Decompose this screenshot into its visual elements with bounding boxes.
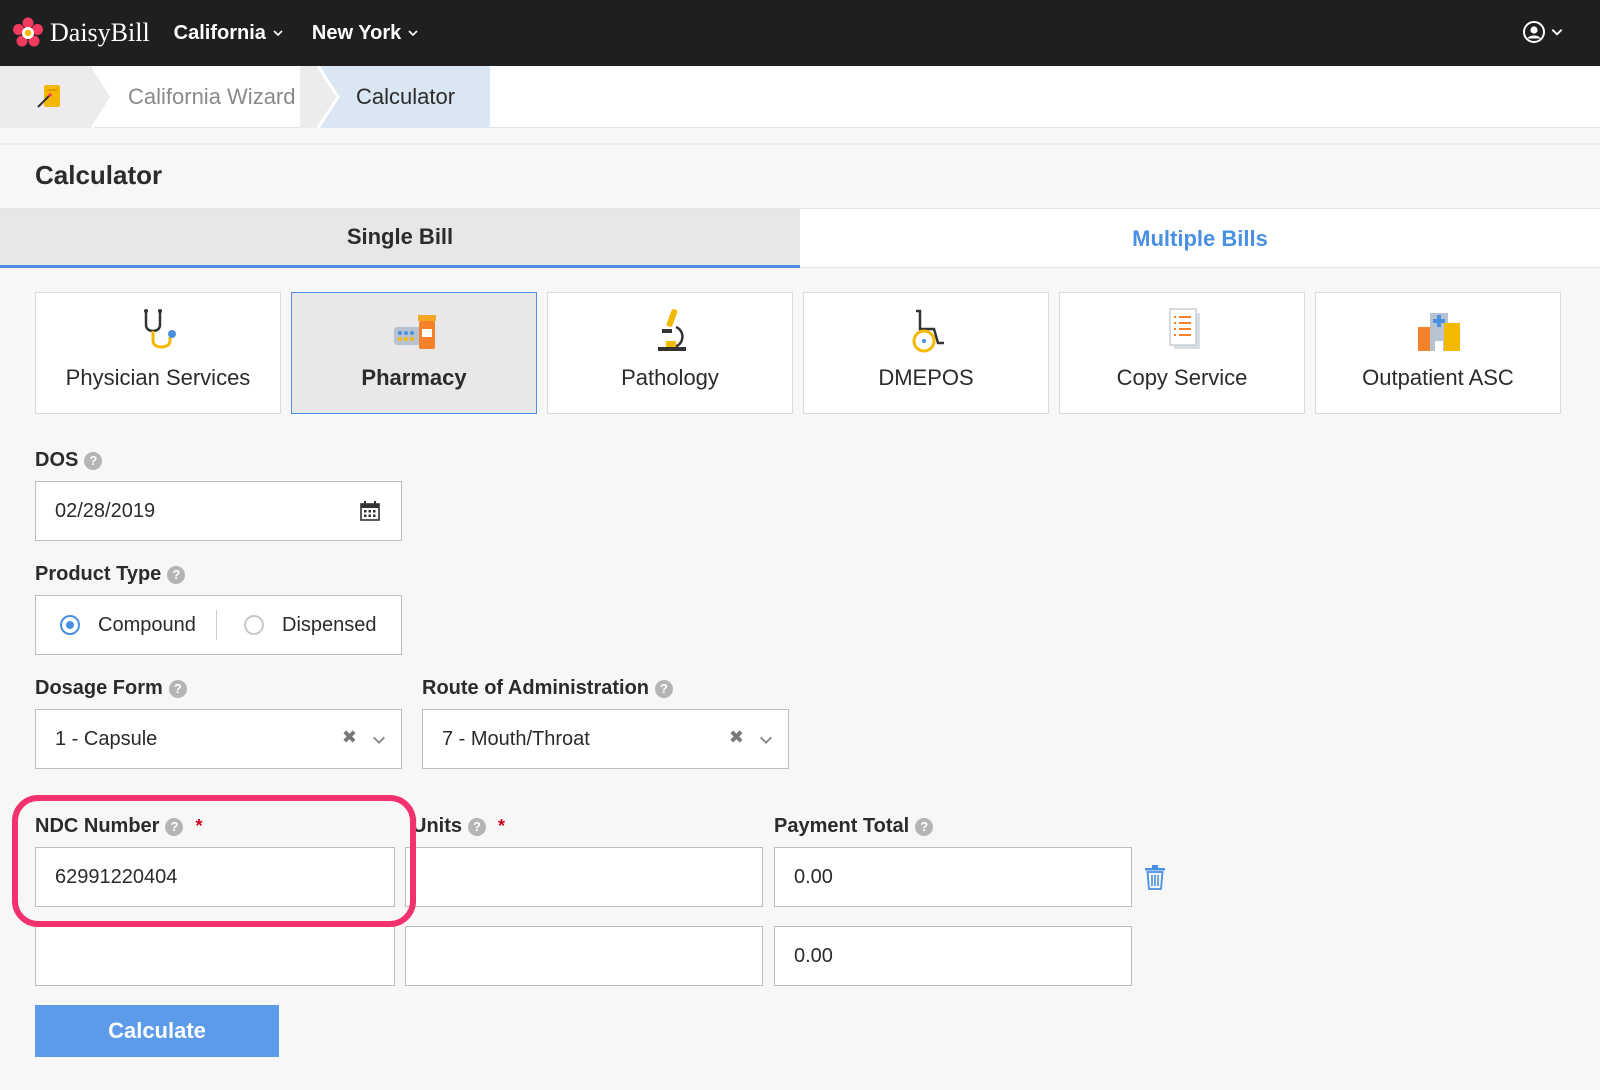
radio-dispensed-label: Dispensed (282, 613, 377, 636)
dos-label-text: DOS (35, 449, 79, 471)
chevron-down-icon (1551, 29, 1563, 36)
service-card-dmepos[interactable]: DMEPOS (803, 292, 1049, 414)
wheelchair-icon (912, 309, 944, 353)
dos-value: 02/28/2019 (55, 499, 156, 522)
user-menu[interactable] (1522, 20, 1564, 44)
service-card-label: Physician Services (65, 365, 251, 390)
radio-compound[interactable]: Compound (60, 596, 196, 654)
radio-selected-icon (60, 615, 80, 635)
product-type-label: Product Type ? (35, 563, 186, 586)
payment-total-input[interactable]: 0.00 (774, 847, 1132, 907)
units-input[interactable] (405, 926, 763, 986)
chevron-down-icon (373, 736, 385, 744)
nav-new-york[interactable]: New York (312, 22, 419, 45)
clear-icon[interactable]: ✖ (729, 727, 744, 748)
stethoscope-icon (144, 309, 176, 349)
chevron-down-icon (760, 736, 772, 744)
dos-field[interactable]: 02/28/2019 (35, 481, 402, 541)
service-card-copy-service[interactable]: Copy Service (1059, 292, 1305, 414)
nav-california[interactable]: California (174, 22, 284, 45)
page-title: Calculator (35, 160, 163, 190)
help-icon[interactable]: ? (168, 679, 187, 698)
service-card-label: Outpatient ASC (1362, 365, 1514, 390)
brand[interactable]: DaisyBill (12, 17, 150, 49)
payment-total-value: 0.00 (794, 865, 833, 888)
calculate-button[interactable]: Calculate (35, 1005, 279, 1057)
trash-icon[interactable] (1144, 864, 1166, 890)
tab-single-bill[interactable]: Single Bill (0, 209, 800, 268)
payment-total-value: 0.00 (794, 944, 833, 967)
ndc-highlight-annotation (12, 795, 416, 927)
help-icon[interactable]: ? (655, 679, 674, 698)
pharmacy-icon (394, 315, 436, 349)
daisy-logo-icon (13, 17, 43, 47)
service-card-label: Pathology (621, 365, 719, 390)
radio-compound-label: Compound (98, 613, 196, 636)
service-card-label: Pharmacy (361, 365, 467, 390)
dosage-form-select[interactable]: 1 - Capsule ✖ (35, 709, 402, 769)
product-type-radio-group: Compound Dispensed (35, 595, 402, 655)
service-card-physician-services[interactable]: Physician Services (35, 292, 281, 414)
divider (216, 610, 217, 640)
units-input[interactable] (405, 847, 763, 907)
wizard-icon (37, 85, 60, 108)
service-card-pharmacy[interactable]: Pharmacy (291, 292, 537, 414)
help-icon[interactable]: ? (915, 817, 934, 836)
required-marker: * (498, 816, 506, 836)
microscope-icon (658, 309, 686, 351)
brand-name: DaisyBill (50, 18, 150, 47)
tab-multiple-bills[interactable]: Multiple Bills (800, 209, 1600, 268)
calculator-tabs: Single Bill Multiple Bills (0, 208, 1600, 268)
user-avatar-icon (1523, 21, 1545, 43)
nav-california-label: California (173, 21, 266, 44)
divider (0, 143, 1600, 145)
payment-total-input[interactable]: 0.00 (774, 926, 1132, 986)
units-label-text: Units (412, 815, 462, 837)
dosage-form-label: Dosage Form ? (35, 677, 187, 700)
document-icon (1169, 308, 1200, 349)
help-icon[interactable]: ? (167, 565, 186, 584)
dosage-form-value: 1 - Capsule (55, 727, 158, 750)
ndc-number-input[interactable] (35, 926, 395, 986)
dosage-form-label-text: Dosage Form (35, 677, 163, 699)
hospital-icon (1418, 313, 1460, 351)
breadcrumb-home[interactable] (0, 66, 92, 128)
payment-total-label: Payment Total ? (774, 815, 934, 838)
chevron-down-icon (408, 30, 418, 37)
dos-label: DOS ? (35, 449, 103, 472)
breadcrumb-california-wizard-label: California Wizard (128, 84, 296, 109)
calendar-icon[interactable] (359, 500, 381, 522)
breadcrumb: Calculator California Wizard (0, 66, 1600, 128)
route-value: 7 - Mouth/Throat (442, 727, 590, 750)
route-label: Route of Administration ? (422, 677, 674, 700)
units-label: Units ? * (412, 815, 505, 838)
breadcrumb-california-wizard[interactable]: California Wizard (128, 66, 328, 128)
route-select[interactable]: 7 - Mouth/Throat ✖ (422, 709, 789, 769)
clear-icon[interactable]: ✖ (342, 727, 357, 748)
nav-new-york-label: New York (311, 21, 402, 44)
service-card-pathology[interactable]: Pathology (547, 292, 793, 414)
radio-unselected-icon (244, 615, 264, 635)
help-icon[interactable]: ? (84, 451, 103, 470)
payment-total-label-text: Payment Total (774, 815, 910, 837)
chevron-down-icon (273, 30, 283, 37)
service-card-label: Copy Service (1116, 365, 1248, 390)
route-label-text: Route of Administration (422, 677, 650, 699)
top-navbar: DaisyBill California New York (0, 0, 1600, 66)
service-card-outpatient-asc[interactable]: Outpatient ASC (1315, 292, 1561, 414)
product-type-label-text: Product Type (35, 563, 162, 585)
radio-dispensed[interactable]: Dispensed (244, 596, 377, 654)
help-icon[interactable]: ? (468, 817, 486, 836)
service-card-label: DMEPOS (878, 365, 974, 390)
